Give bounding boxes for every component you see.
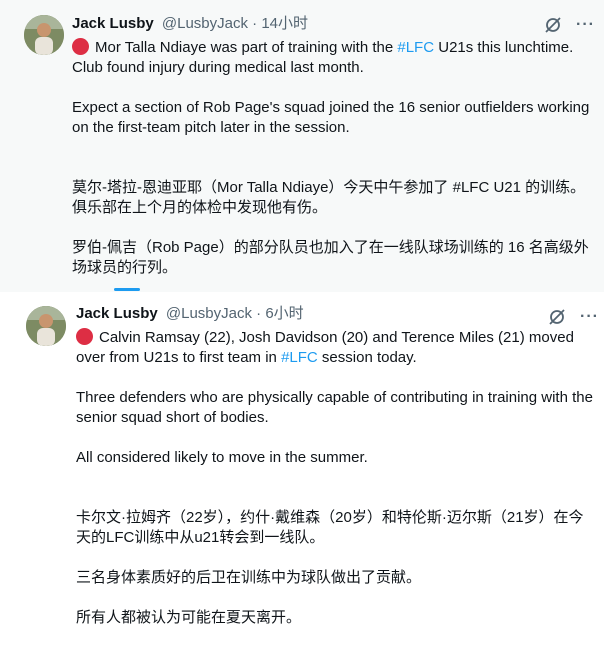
- more-icon[interactable]: ···: [576, 17, 595, 33]
- hashtag-link[interactable]: #LFC: [281, 349, 318, 366]
- tweet-paragraph: Three defenders who are physically capab…: [76, 389, 593, 426]
- tweet-actions: ···: [548, 306, 599, 328]
- more-icon[interactable]: ···: [580, 309, 599, 325]
- tweet-text: Mor Talla Ndiaye was part of training wi…: [72, 38, 597, 278]
- avatar[interactable]: [26, 306, 66, 346]
- author-name[interactable]: Jack Lusby: [76, 305, 158, 322]
- timestamp[interactable]: 6小时: [265, 305, 303, 322]
- author-name[interactable]: Jack Lusby: [72, 15, 154, 32]
- tweet-paragraph: 卡尔文·拉姆齐（22岁），约什·戴维森（20岁）和特伦斯·迈尔斯（21岁）在今天…: [76, 509, 584, 546]
- tweet-paragraph: 罗伯-佩吉（Rob Page）的部分队员也加入了在一线队球场训练的 16 名高级…: [72, 239, 589, 276]
- tweet-actions: ···: [544, 14, 595, 36]
- tweet-header: Jack Lusby @LusbyJack · 14小时: [72, 14, 308, 34]
- tweet-text: Calvin Ramsay (22), Josh Davidson (20) a…: [76, 328, 596, 628]
- tweet-paragraph: Mor Talla Ndiaye was part of training wi…: [72, 38, 597, 78]
- tweet-2[interactable]: Jack Lusby @LusbyJack · 6小时 ··· Calvin R…: [0, 292, 604, 649]
- grok-icon[interactable]: [548, 308, 566, 326]
- tweet-paragraph: All considered likely to move in the sum…: [76, 449, 368, 466]
- tweet-text-segment: U21s this lunchtime.: [434, 39, 574, 56]
- red-circle-icon: [76, 328, 93, 345]
- timestamp[interactable]: 14小时: [261, 15, 308, 32]
- separator: ·: [256, 305, 262, 322]
- tweet-text-segment: session today.: [317, 349, 417, 366]
- tweet-paragraph: Calvin Ramsay (22), Josh Davidson (20) a…: [76, 328, 596, 368]
- tweet-text-segment: Club found injury during medical last mo…: [72, 59, 364, 76]
- tweet-paragraph: 莫尔-塔拉-恩迪亚耶（Mor Talla Ndiaye）今天中午参加了 #LFC…: [72, 179, 586, 216]
- tweet-text-segment: Mor Talla Ndiaye was part of training wi…: [95, 39, 398, 56]
- author-handle[interactable]: @LusbyJack: [166, 305, 252, 322]
- author-handle[interactable]: @LusbyJack: [162, 15, 248, 32]
- hashtag-link[interactable]: #LFC: [397, 39, 434, 56]
- tweet-1[interactable]: Jack Lusby @LusbyJack · 14小时 ··· Mor Tal…: [0, 0, 604, 293]
- separator: ·: [252, 15, 258, 32]
- tweet-paragraph: 三名身体素质好的后卫在训练中为球队做出了贡献。: [76, 569, 422, 586]
- tweet-paragraph: Expect a section of Rob Page's squad joi…: [72, 99, 590, 136]
- avatar[interactable]: [24, 15, 64, 55]
- tweet-paragraph: 所有人都被认为可能在夏天离开。: [76, 609, 302, 626]
- grok-icon[interactable]: [544, 16, 562, 34]
- tweet-header: Jack Lusby @LusbyJack · 6小时: [76, 304, 304, 324]
- scroll-indicator: [114, 288, 140, 291]
- red-circle-icon: [72, 38, 89, 55]
